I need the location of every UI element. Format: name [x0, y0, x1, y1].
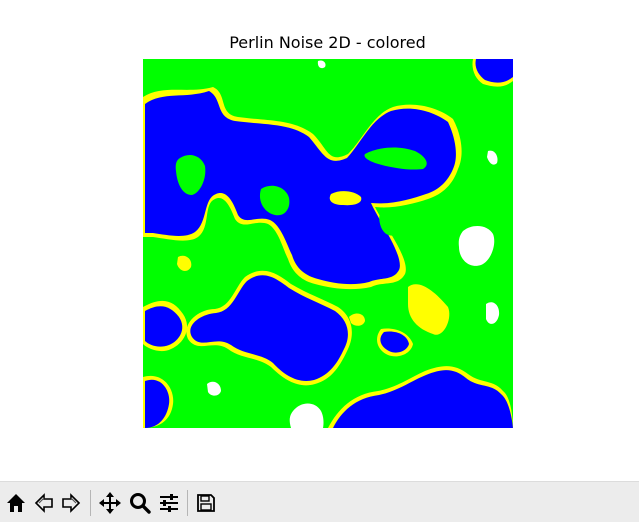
configure-subplots-icon [160, 494, 178, 512]
home-button[interactable] [3, 490, 29, 516]
plot-title: Perlin Noise 2D - colored [229, 33, 426, 52]
noise-image [143, 59, 513, 428]
configure-subplots-button[interactable] [156, 490, 182, 516]
figure-canvas: Perlin Noise 2D - colored [0, 0, 639, 480]
save-button[interactable] [193, 490, 219, 516]
forward-arrow-icon [62, 493, 81, 513]
zoom-button[interactable] [127, 490, 153, 516]
pan-button[interactable] [97, 490, 123, 516]
save-floppy-icon [197, 494, 215, 512]
home-icon [7, 494, 25, 512]
back-button[interactable] [31, 490, 57, 516]
back-arrow-icon [34, 493, 53, 513]
noise-image-svg [143, 59, 513, 428]
zoom-magnifier-icon [130, 493, 151, 514]
navigation-toolbar [0, 481, 639, 522]
toolbar-separator [187, 490, 188, 516]
forward-button[interactable] [58, 490, 84, 516]
toolbar-separator [90, 490, 91, 516]
pan-move-icon [99, 492, 121, 514]
